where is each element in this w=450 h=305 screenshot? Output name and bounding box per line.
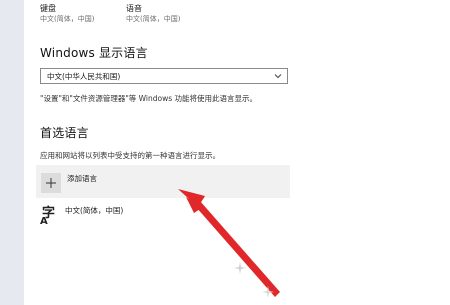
side-strip (0, 0, 24, 305)
language-settings-panel: 键盘 中文(简体，中国) 语音 中文(简体，中国) Windows 显示语言 中… (24, 0, 450, 305)
sparkle-icon (262, 286, 274, 298)
sparkle-icon (234, 262, 246, 274)
annotation-arrow (178, 189, 280, 297)
